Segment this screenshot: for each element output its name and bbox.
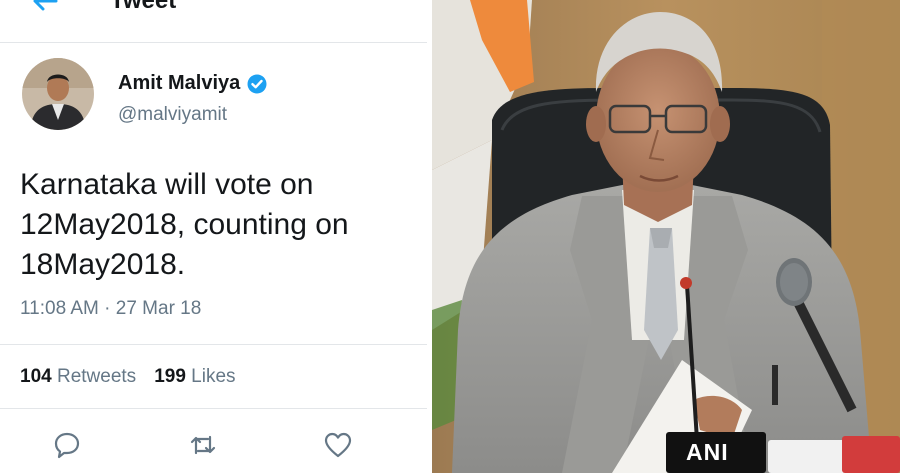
verified-badge-icon bbox=[247, 74, 267, 93]
divider bbox=[0, 408, 427, 409]
tweet-timestamp: 11:08 AM · 27 Mar 18 bbox=[20, 298, 201, 320]
author-name[interactable]: Amit Malviya bbox=[118, 72, 240, 95]
retweets-count: 104 bbox=[20, 366, 52, 387]
arrow-left-icon[interactable] bbox=[30, 0, 60, 16]
reply-icon[interactable] bbox=[52, 430, 82, 460]
likes-count: 199 bbox=[154, 366, 186, 387]
page-title: Tweet bbox=[110, 0, 177, 14]
author-handle[interactable]: @malviyamit bbox=[118, 104, 227, 126]
retweets-label: Retweets bbox=[56, 366, 137, 387]
tweet-text-line: Karnataka will vote on bbox=[20, 168, 314, 201]
tweet-text-line: 12May2018, counting on bbox=[20, 208, 349, 241]
divider bbox=[0, 344, 427, 345]
heart-icon[interactable] bbox=[323, 430, 353, 460]
likes-label: Likes bbox=[191, 366, 236, 387]
tweet-header: Tweet bbox=[0, 0, 427, 43]
likes-stat[interactable]: 199 Likes bbox=[154, 366, 235, 388]
tweet-time: 11:08 AM bbox=[20, 298, 99, 319]
tweet-date: 27 Mar 18 bbox=[115, 298, 202, 319]
tweet-text: Karnataka will vote on 12May2018, counti… bbox=[20, 165, 410, 285]
meta-separator: · bbox=[104, 298, 111, 319]
photo-illustration bbox=[432, 0, 900, 473]
tweet-stats: 104 Retweets 199 Likes bbox=[20, 366, 236, 388]
retweets-stat[interactable]: 104 Retweets bbox=[20, 366, 136, 388]
tweet-panel: Tweet Amit Malviya @malviyamit Karnataka… bbox=[0, 0, 427, 473]
author-name-row: Amit Malviya bbox=[118, 72, 267, 95]
avatar[interactable] bbox=[22, 58, 94, 130]
press-conference-photo: ANI bbox=[432, 0, 900, 473]
retweet-icon[interactable] bbox=[188, 430, 218, 460]
mic-flag-label: ANI bbox=[686, 439, 729, 465]
tweet-text-line: 18May2018. bbox=[20, 248, 186, 281]
